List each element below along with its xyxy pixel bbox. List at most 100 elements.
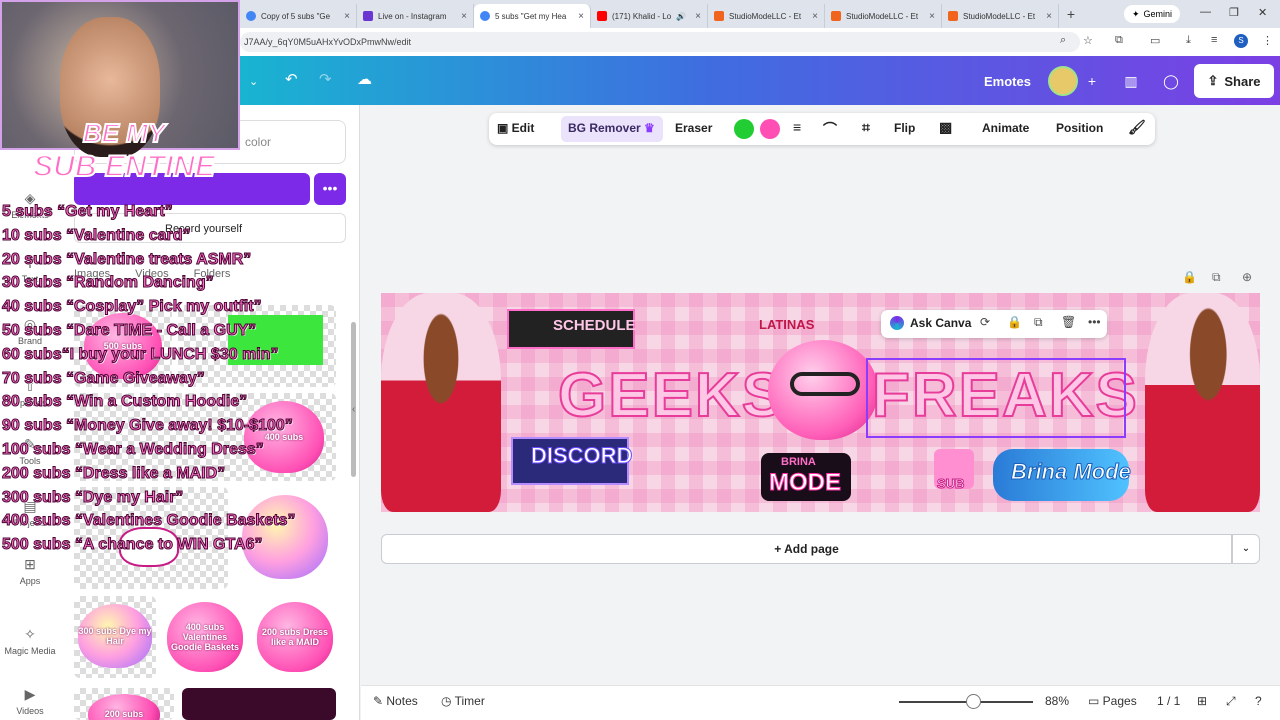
- queue-icon[interactable]: ≡: [1211, 34, 1217, 46]
- download-icon[interactable]: ⤓: [1186, 34, 1191, 47]
- chevron-down-icon[interactable]: ⌄: [1232, 534, 1260, 564]
- upload-thumbnail[interactable]: [182, 688, 336, 720]
- schedule-label: SCHEDULE: [553, 317, 636, 334]
- bg-remover-button[interactable]: BG Remover ♛: [568, 121, 655, 135]
- tab-label: StudioModeLLC - Et: [846, 11, 919, 21]
- insights-icon[interactable]: ▥: [1118, 68, 1144, 94]
- gemini-label: Gemini: [1143, 9, 1173, 19]
- new-tab-button[interactable]: +: [1059, 6, 1083, 22]
- ask-canva-label: Ask Canva: [910, 316, 972, 330]
- browser-tab[interactable]: (171) Khalid - Lo 🔊 ×: [591, 4, 708, 28]
- browser-tab[interactable]: Copy of 5 subs "Ge ×: [240, 4, 357, 28]
- add-page-button[interactable]: + Add page: [381, 534, 1232, 564]
- avatar[interactable]: [1048, 66, 1078, 96]
- sidebar-item-apps[interactable]: ⊞ Apps: [0, 556, 60, 586]
- speaker-icon[interactable]: 🔊: [676, 12, 686, 21]
- help-icon[interactable]: ?: [1255, 694, 1262, 708]
- browser-tab[interactable]: StudioModeLLC - Et ×: [942, 4, 1059, 28]
- trash-icon[interactable]: 🗑: [1061, 315, 1076, 329]
- gemini-button[interactable]: ✦ Gemini: [1124, 5, 1181, 23]
- character-left: [381, 293, 501, 512]
- profile-avatar[interactable]: S: [1234, 34, 1248, 48]
- browser-menu-icon[interactable]: ⋮: [1262, 34, 1273, 47]
- transparency-icon[interactable]: ▩: [939, 119, 952, 136]
- share-label: Share: [1224, 73, 1261, 89]
- rotate-icon[interactable]: ⟳: [980, 315, 990, 329]
- restore-icon[interactable]: ❐: [1229, 6, 1239, 19]
- flip-button[interactable]: Flip: [894, 121, 915, 135]
- browser-tab[interactable]: StudioModeLLC - Et ×: [825, 4, 942, 28]
- fullscreen-icon[interactable]: ⤢: [1226, 694, 1236, 709]
- more-icon[interactable]: •••: [1088, 315, 1101, 329]
- pages-button[interactable]: ▭ Pages: [1088, 694, 1137, 708]
- color-swatch-green[interactable]: [734, 119, 754, 139]
- upload-thumbnail[interactable]: 200 subs Dress like a MAID: [253, 596, 337, 678]
- crop-icon[interactable]: ⌗: [862, 119, 870, 136]
- pages-icon: ▭: [1088, 694, 1103, 708]
- more-options-button[interactable]: •••: [314, 173, 346, 205]
- search-text: color: [245, 135, 272, 149]
- close-icon[interactable]: ×: [929, 11, 935, 22]
- sidebar-item-label: Magic Media: [4, 646, 56, 656]
- timer-button[interactable]: ◷ Timer: [441, 694, 485, 708]
- emotes-label[interactable]: Emotes: [984, 74, 1031, 89]
- close-icon[interactable]: ×: [578, 11, 584, 22]
- minimize-icon[interactable]: —: [1200, 6, 1211, 18]
- close-window-icon[interactable]: ✕: [1258, 6, 1267, 19]
- heart-graphic: 300 subs Dye my Hair: [78, 604, 152, 668]
- zoom-icon[interactable]: ⌕: [1060, 34, 1066, 47]
- upload-thumbnail[interactable]: 400 subs Valentines Goodie Baskets: [163, 596, 247, 678]
- zoom-level[interactable]: 88%: [1045, 694, 1069, 708]
- sidebar-item-videos[interactable]: ▶ Videos: [0, 686, 60, 716]
- eraser-button[interactable]: Eraser: [675, 121, 712, 135]
- cast-icon[interactable]: ▭: [1150, 34, 1160, 47]
- redo-icon[interactable]: ↷: [319, 70, 332, 88]
- zoom-slider-handle[interactable]: [965, 694, 981, 709]
- add-collaborator-icon[interactable]: +: [1079, 68, 1105, 94]
- add-page-icon[interactable]: ⊕: [1242, 270, 1252, 284]
- lock-page-icon[interactable]: 🔒: [1182, 270, 1197, 284]
- browser-tab-active[interactable]: 5 subs "Get my Hea ×: [474, 4, 591, 28]
- share-button[interactable]: ⇪ Share: [1194, 64, 1274, 98]
- panel-scrollbar[interactable]: [351, 322, 356, 477]
- line-weight-icon[interactable]: ≡: [793, 119, 801, 135]
- sidebar-item-magic-media[interactable]: ✧ Magic Media: [0, 626, 60, 656]
- video-icon: ▶: [24, 686, 36, 702]
- sub-goal-item: 70 subs “Game Giveaway”: [1, 369, 205, 387]
- undo-icon[interactable]: ↶: [285, 70, 298, 88]
- notes-button[interactable]: ✎ Notes: [373, 694, 418, 708]
- ask-canva-button[interactable]: Ask Canva: [890, 316, 971, 330]
- edit-button[interactable]: ▣ Edit: [497, 121, 534, 135]
- cloud-saved-icon[interactable]: ☁: [357, 70, 372, 88]
- sub-label: SUB: [936, 476, 965, 492]
- chevron-down-icon[interactable]: ⌄: [249, 75, 258, 88]
- sub-goals-overlay: 5 subs “Get my Heart” 10 subs “Valentine …: [1, 200, 295, 557]
- close-icon[interactable]: ×: [695, 11, 701, 22]
- close-icon[interactable]: ×: [344, 11, 350, 22]
- close-icon[interactable]: ×: [812, 11, 818, 22]
- etsy-icon: [831, 11, 841, 21]
- corner-rounding-icon[interactable]: ⌒: [823, 119, 837, 139]
- browser-tab[interactable]: StudioModeLLC - Et ×: [708, 4, 825, 28]
- bookmark-star-icon[interactable]: ☆: [1083, 34, 1093, 47]
- position-button[interactable]: Position: [1056, 121, 1103, 135]
- upload-thumbnail[interactable]: 200 subs: [74, 688, 174, 720]
- grid-view-icon[interactable]: ⊞: [1197, 694, 1207, 708]
- brina-label: BRINA: [781, 456, 816, 468]
- animate-button[interactable]: Animate: [982, 121, 1029, 135]
- duplicate-icon[interactable]: ⧉: [1034, 315, 1043, 330]
- url-field[interactable]: J7AA/y_6qY0M5uAHxYvODxPmwNw/edit: [240, 32, 1080, 52]
- browser-tab[interactable]: Live on - Instagram ×: [357, 4, 474, 28]
- close-icon[interactable]: ×: [1046, 11, 1052, 22]
- geeks-text[interactable]: GEEKS: [557, 360, 785, 431]
- selection-box[interactable]: [866, 358, 1126, 438]
- close-icon[interactable]: ×: [461, 11, 467, 22]
- comment-icon[interactable]: ◯: [1158, 68, 1184, 94]
- extensions-icon[interactable]: ⧉: [1115, 34, 1123, 47]
- color-swatch-pink[interactable]: [760, 119, 780, 139]
- duplicate-page-icon[interactable]: ⧉: [1212, 270, 1221, 285]
- copy-style-icon[interactable]: 🖌: [1128, 119, 1146, 136]
- lock-icon[interactable]: 🔒: [1007, 315, 1022, 329]
- bg-remover-label: BG Remover: [568, 121, 641, 135]
- upload-thumbnail[interactable]: 300 subs Dye my Hair: [74, 596, 156, 678]
